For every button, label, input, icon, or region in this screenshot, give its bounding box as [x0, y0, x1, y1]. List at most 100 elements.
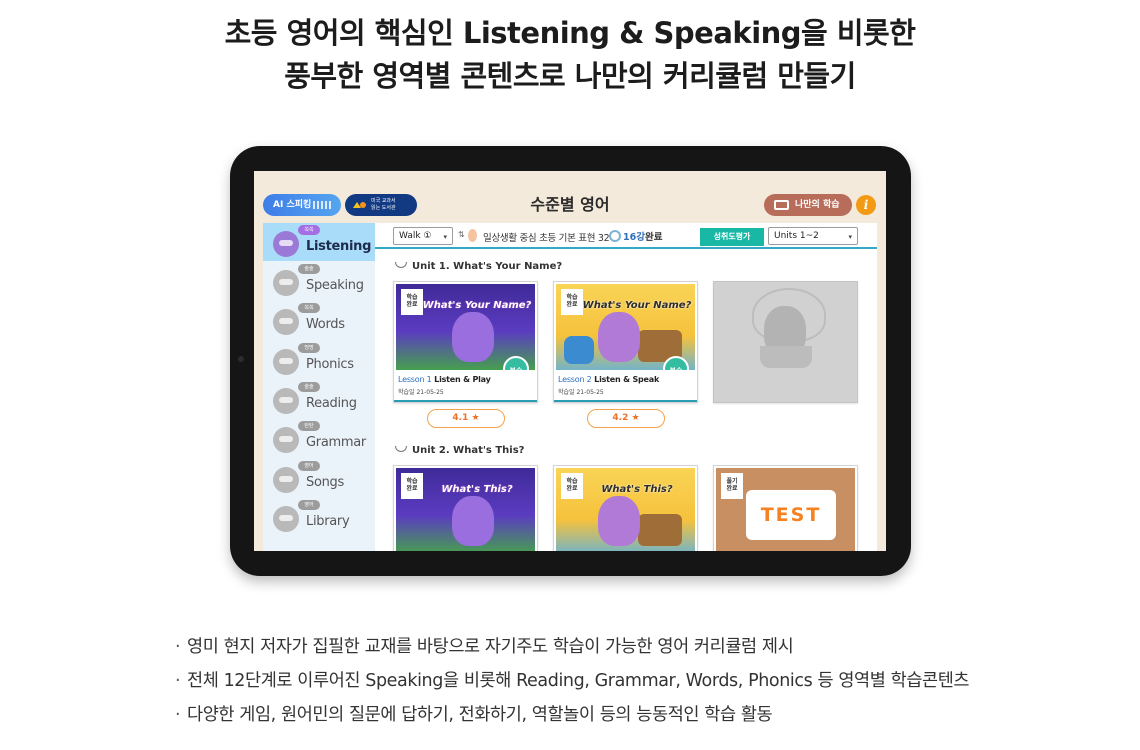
lesson-card-2-1[interactable]: What's This? 학습 완료 — [393, 465, 538, 551]
swap-arrows-icon[interactable]: ⇅ — [458, 230, 465, 239]
ear-icon — [468, 229, 477, 242]
feature-text: 영미 현지 저자가 집필한 교재를 바탕으로 자기주도 학습이 가능한 영어 커… — [187, 637, 794, 657]
feature-item: · 전체 12단계로 이루어진 Speaking을 비롯해 Reading, Gr… — [175, 664, 970, 698]
completed-flag: 풀기 완료 — [721, 473, 743, 499]
monster-avatar-icon — [273, 388, 299, 414]
monster-avatar-icon — [273, 309, 299, 335]
headline-line-1: 초등 영어의 핵심인 Listening & Speaking을 비롯한 — [224, 16, 916, 50]
sidebar-item-phonics[interactable]: 띵띵 Phonics — [263, 341, 375, 379]
lesson-card-1-1[interactable]: What's Your Name? 학습 완료 복습 Lesson 1 List… — [393, 281, 538, 403]
sidebar-item-label: Library — [306, 514, 350, 529]
unit-2-title: Unit 2. What's This? — [395, 445, 524, 456]
lesson-card-2-3-test[interactable]: TEST 풀기 완료 — [713, 465, 858, 551]
lesson-heading: Lesson 1 Listen & Play — [398, 375, 491, 384]
course-name: 일상생활 중심 초등 기본 표현 32 — [483, 233, 610, 244]
tablet-device: AI 스피킹 미국 교과서 읽는 도서관 수준별 영어 나만의 학습 i 쏙쏙 … — [230, 146, 911, 576]
sidebar-item-grammar[interactable]: 탄탄 Grammar — [263, 419, 375, 457]
feature-item: · 영미 현지 저자가 집필한 교재를 바탕으로 자기주도 학습이 가능한 영어 … — [175, 630, 969, 664]
locked-thumbnail — [716, 284, 855, 370]
completion-status: 16강완료 — [609, 229, 662, 243]
sidebar-item-label: Grammar — [306, 435, 366, 450]
completed-label: 완료 — [644, 232, 663, 243]
lesson-thumbnail: What's This? 학습 완료 — [396, 468, 535, 551]
flag-line-2: 완료 — [566, 485, 578, 492]
sidebar-item-tag: 쏙쏙 — [298, 225, 320, 235]
study-date: 학습일 21-05-25 — [398, 389, 444, 396]
chevron-down-icon: ▾ — [443, 233, 447, 241]
sidebar-item-listening[interactable]: 쏙쏙 Listening — [263, 223, 375, 261]
lesson-content: Walk ① ▾ ⇅ 일상생활 중심 초등 기본 표현 32 16강완료 성취도… — [375, 223, 877, 551]
badge-icon — [609, 230, 621, 242]
lesson-card-1-2[interactable]: What's Your Name? 학습 완료 복습 Lesson 2 List… — [553, 281, 698, 403]
balloon-basket-illustration — [760, 346, 812, 368]
sidebar-item-tag: 띵띵 — [298, 343, 320, 353]
score-badge: 4.2 ★ — [587, 409, 665, 428]
feature-list: · 영미 현지 저자가 집필한 교재를 바탕으로 자기주도 학습이 가능한 영어 … — [175, 630, 970, 732]
completed-flag: 학습 완료 — [401, 289, 423, 315]
sidebar-item-tag: 영어 — [298, 461, 320, 471]
flag-line-2: 완료 — [406, 485, 418, 492]
sidebar: 쏙쏙 Listening 술술 Speaking 쏙쏙 Words 띵띵 Pho… — [263, 223, 375, 551]
feature-text: 전체 12단계로 이루어진 Speaking을 비롯해 Reading, Gra… — [187, 671, 970, 691]
camera-dot — [238, 356, 244, 362]
flag-line-1: 학습 — [406, 294, 418, 301]
level-select-value: Walk ① — [399, 231, 432, 241]
completed-count: 16강 — [623, 232, 645, 243]
lesson-number: Lesson 1 — [398, 375, 432, 384]
thumbnail-title: What's This? — [601, 484, 673, 495]
monster-avatar-icon — [273, 427, 299, 453]
flag-line-2: 완료 — [566, 301, 578, 308]
sidebar-item-speaking[interactable]: 술술 Speaking — [263, 262, 375, 300]
flag-line-2: 완료 — [406, 301, 418, 308]
lesson-name: Listen & Play — [434, 375, 491, 384]
sidebar-item-tag: 탄탄 — [298, 421, 320, 431]
monster-illustration — [598, 496, 640, 546]
bullet-marker: · — [175, 671, 181, 691]
headline-line-2: 풍부한 영역별 콘텐츠로 나만의 커리큘럼 만들기 — [284, 59, 856, 93]
lesson-card-2-2[interactable]: What's This? 학습 완료 — [553, 465, 698, 551]
unit-2-title-text: Unit 2. What's This? — [412, 445, 525, 456]
sidebar-item-tag: 영어 — [298, 500, 320, 510]
sidebar-item-words[interactable]: 쏙쏙 Words — [263, 301, 375, 339]
lesson-thumbnail: What's Your Name? 학습 완료 복습 — [556, 284, 695, 382]
thumbnail-title: What's This? — [441, 484, 513, 495]
feature-text: 다양한 게임, 원어민의 질문에 답하기, 전화하기, 역할놀이 등의 능동적인… — [187, 705, 773, 725]
flag-line-1: 학습 — [566, 294, 578, 301]
unit-1-title: Unit 1. What's Your Name? — [395, 261, 562, 272]
lesson-card-1-3-locked[interactable] — [713, 281, 858, 403]
completed-flag: 학습 완료 — [401, 473, 423, 499]
bullet-marker: · — [175, 705, 181, 725]
flag-line-1: 풀기 — [726, 478, 738, 485]
thumbnail-title: What's Your Name? — [422, 300, 532, 311]
control-bar: Walk ① ▾ ⇅ 일상생활 중심 초등 기본 표현 32 16강완료 성취도… — [375, 223, 877, 249]
lesson-info: Lesson 1 Listen & Play 학습일 21-05-25 — [394, 370, 537, 402]
completed-flag: 학습 완료 — [561, 289, 583, 315]
thumbnail-title: What's Your Name? — [582, 300, 692, 311]
sidebar-item-label: Reading — [306, 396, 357, 411]
app-screen: AI 스피킹 미국 교과서 읽는 도서관 수준별 영어 나만의 학습 i 쏙쏙 … — [254, 171, 886, 551]
lesson-number: Lesson 2 — [558, 375, 592, 384]
sidebar-item-label: Words — [306, 317, 345, 332]
level-select[interactable]: Walk ① ▾ — [393, 227, 453, 245]
lesson-info: Lesson 2 Listen & Speak 학습일 21-05-25 — [554, 370, 697, 402]
chevron-down-icon: ▾ — [848, 233, 852, 241]
top-bar: AI 스피킹 미국 교과서 읽는 도서관 수준별 영어 나만의 학습 i — [254, 171, 886, 223]
sidebar-item-tag: 쏙쏙 — [298, 303, 320, 313]
bullet-marker: · — [175, 637, 181, 657]
sidebar-item-library[interactable]: 영어 Library — [263, 498, 375, 536]
info-icon[interactable]: i — [856, 195, 876, 215]
monster-avatar-icon — [273, 349, 299, 375]
lesson-thumbnail: What's Your Name? 학습 완료 복습 — [396, 284, 535, 382]
achievement-test-button[interactable]: 성취도평가 — [700, 228, 764, 246]
radio-illustration — [638, 514, 682, 546]
test-word: TEST — [746, 490, 836, 540]
sidebar-item-label: Speaking — [306, 278, 364, 293]
my-learning-button[interactable]: 나만의 학습 — [764, 194, 852, 216]
bowl-icon — [395, 446, 407, 452]
monster-illustration — [598, 312, 640, 362]
units-select[interactable]: Units 1~2 ▾ — [768, 227, 858, 245]
sidebar-item-reading[interactable]: 술술 Reading — [263, 380, 375, 418]
flag-line-1: 학습 — [406, 478, 418, 485]
sidebar-item-songs[interactable]: 영어 Songs — [263, 459, 375, 497]
sidebar-item-label: Listening — [306, 239, 372, 254]
